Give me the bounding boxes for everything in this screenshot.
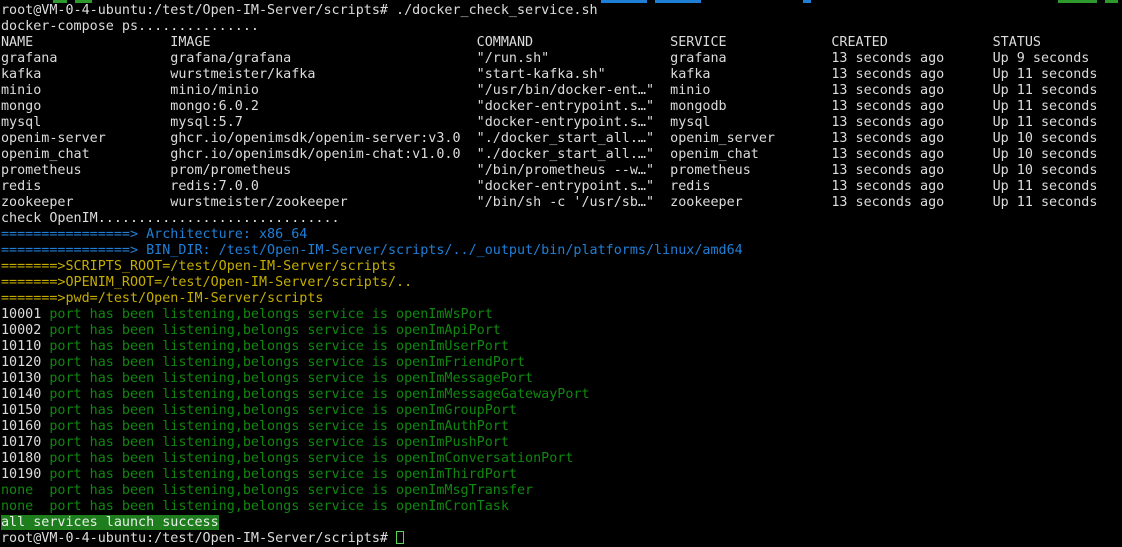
table-row-text: grafana grafana/grafana "/run.sh" grafan… [1,51,1089,66]
terminal-cursor[interactable] [396,531,404,544]
port-check-line-text: 10170 [1,435,49,450]
table-row-text: zookeeper wurstmeister/zookeeper "/bin/s… [1,195,1097,210]
port-check-line-text: port has been listening,belongs service … [49,435,509,450]
port-check-line-text: 10130 [1,371,49,386]
table-row: openim-server ghcr.io/openimsdk/openim-s… [1,131,1122,147]
port-check-line-text: 10110 [1,339,49,354]
table-row-text: mysql mysql:5.7 "docker-entrypoint.s…" m… [1,115,1097,130]
table-header-row-text: NAME IMAGE COMMAND SERVICE CREATED STATU… [1,35,1041,50]
bin-dir-line-text: ================> BIN_DIR: /test/Open-IM… [1,243,743,258]
openim-root-line: =======>OPENIM_ROOT=/test/Open-IM-Server… [1,275,1122,291]
port-check-line: 10130 port has been listening,belongs se… [1,371,1122,387]
port-check-line-text: 10002 [1,323,49,338]
port-check-line-text: port has been listening,belongs service … [49,355,525,370]
table-row: mysql mysql:5.7 "docker-entrypoint.s…" m… [1,115,1122,131]
port-check-line: 10140 port has been listening,belongs se… [1,387,1122,403]
port-check-line: 10002 port has been listening,belongs se… [1,323,1122,339]
openim-root-line-text: =======>OPENIM_ROOT=/test/Open-IM-Server… [1,275,412,290]
table-row-text: redis redis:7.0.0 "docker-entrypoint.s…"… [1,179,1097,194]
port-check-line-text: port has been listening,belongs service … [49,467,517,482]
compose-ps-line: docker-compose ps............... [1,19,1122,35]
port-check-line-text: port has been listening,belongs service … [49,419,509,434]
architecture-line: ================> Architecture: x86_64 [1,227,1122,243]
table-row-text: minio minio/minio "/usr/bin/docker-ent…"… [1,83,1097,98]
table-row: zookeeper wurstmeister/zookeeper "/bin/s… [1,195,1122,211]
port-check-line-text: port has been listening,belongs service … [49,451,573,466]
port-check-line-text: port has been listening,belongs service … [49,371,533,386]
pwd-line-text: =======>pwd=/test/Open-IM-Server/scripts [1,291,323,306]
table-row: minio minio/minio "/usr/bin/docker-ent…"… [1,83,1122,99]
port-check-line: none port has been listening,belongs ser… [1,499,1122,515]
shell-prompt-line-text: root@VM-0-4-ubuntu:/test/Open-IM-Server/… [1,531,396,546]
architecture-line-text: ================> Architecture: x86_64 [1,227,307,242]
port-check-line-text: port has been listening,belongs service … [49,403,517,418]
shell-prompt-line: root@VM-0-4-ubuntu:/test/Open-IM-Server/… [1,3,1122,19]
table-row: kafka wurstmeister/kafka "start-kafka.sh… [1,67,1122,83]
port-check-line-text: none [1,483,49,498]
scripts-root-line: =======>SCRIPTS_ROOT=/test/Open-IM-Serve… [1,259,1122,275]
port-check-line-text: port has been listening,belongs service … [49,483,533,498]
table-row-text: mongo mongo:6.0.2 "docker-entrypoint.s…"… [1,99,1097,114]
table-row: mongo mongo:6.0.2 "docker-entrypoint.s…"… [1,99,1122,115]
port-check-line-text: 10001 [1,307,49,322]
table-row: prometheus prom/prometheus "/bin/prometh… [1,163,1122,179]
success-line-text: all services launch success [1,515,219,530]
port-check-line-text: port has been listening,belongs service … [49,323,500,338]
success-line: all services launch success [1,515,1122,531]
terminal-output: root@VM-0-4-ubuntu:/test/Open-IM-Server/… [1,3,1122,547]
port-check-line: 10110 port has been listening,belongs se… [1,339,1122,355]
port-check-line-text: 10150 [1,403,49,418]
shell-prompt-line-text: root@VM-0-4-ubuntu:/test/Open-IM-Server/… [1,3,598,18]
port-check-line: 10170 port has been listening,belongs se… [1,435,1122,451]
port-check-line: 10120 port has been listening,belongs se… [1,355,1122,371]
scripts-root-line-text: =======>SCRIPTS_ROOT=/test/Open-IM-Serve… [1,259,396,274]
port-check-line-text: 10160 [1,419,49,434]
port-check-line: 10190 port has been listening,belongs se… [1,467,1122,483]
port-check-line-text: port has been listening,belongs service … [49,387,589,402]
port-check-line: 10160 port has been listening,belongs se… [1,419,1122,435]
port-check-line-text: port has been listening,belongs service … [49,339,509,354]
port-check-line-text: port has been listening,belongs service … [49,499,509,514]
port-check-line-text: 10140 [1,387,49,402]
table-row: grafana grafana/grafana "/run.sh" grafan… [1,51,1122,67]
bin-dir-line: ================> BIN_DIR: /test/Open-IM… [1,243,1122,259]
port-check-line-text: none [1,499,49,514]
compose-ps-line-text: docker-compose ps............... [1,19,259,34]
port-check-line: 10001 port has been listening,belongs se… [1,307,1122,323]
check-openim-line: check OpenIM............................… [1,211,1122,227]
table-row-text: openim-server ghcr.io/openimsdk/openim-s… [1,131,1097,146]
port-check-line: 10150 port has been listening,belongs se… [1,403,1122,419]
table-row-text: openim_chat ghcr.io/openimsdk/openim-cha… [1,147,1097,162]
port-check-line-text: port has been listening,belongs service … [49,307,492,322]
port-check-line-text: 10180 [1,451,49,466]
pwd-line: =======>pwd=/test/Open-IM-Server/scripts [1,291,1122,307]
check-openim-line-text: check OpenIM............................… [1,211,340,226]
port-check-line-text: 10190 [1,467,49,482]
port-check-line-text: 10120 [1,355,49,370]
table-row: redis redis:7.0.0 "docker-entrypoint.s…"… [1,179,1122,195]
table-row-text: kafka wurstmeister/kafka "start-kafka.sh… [1,67,1097,82]
port-check-line: none port has been listening,belongs ser… [1,483,1122,499]
table-row: openim_chat ghcr.io/openimsdk/openim-cha… [1,147,1122,163]
port-check-line: 10180 port has been listening,belongs se… [1,451,1122,467]
shell-prompt-line: root@VM-0-4-ubuntu:/test/Open-IM-Server/… [1,531,1122,547]
table-row-text: prometheus prom/prometheus "/bin/prometh… [1,163,1097,178]
table-header-row: NAME IMAGE COMMAND SERVICE CREATED STATU… [1,35,1122,51]
